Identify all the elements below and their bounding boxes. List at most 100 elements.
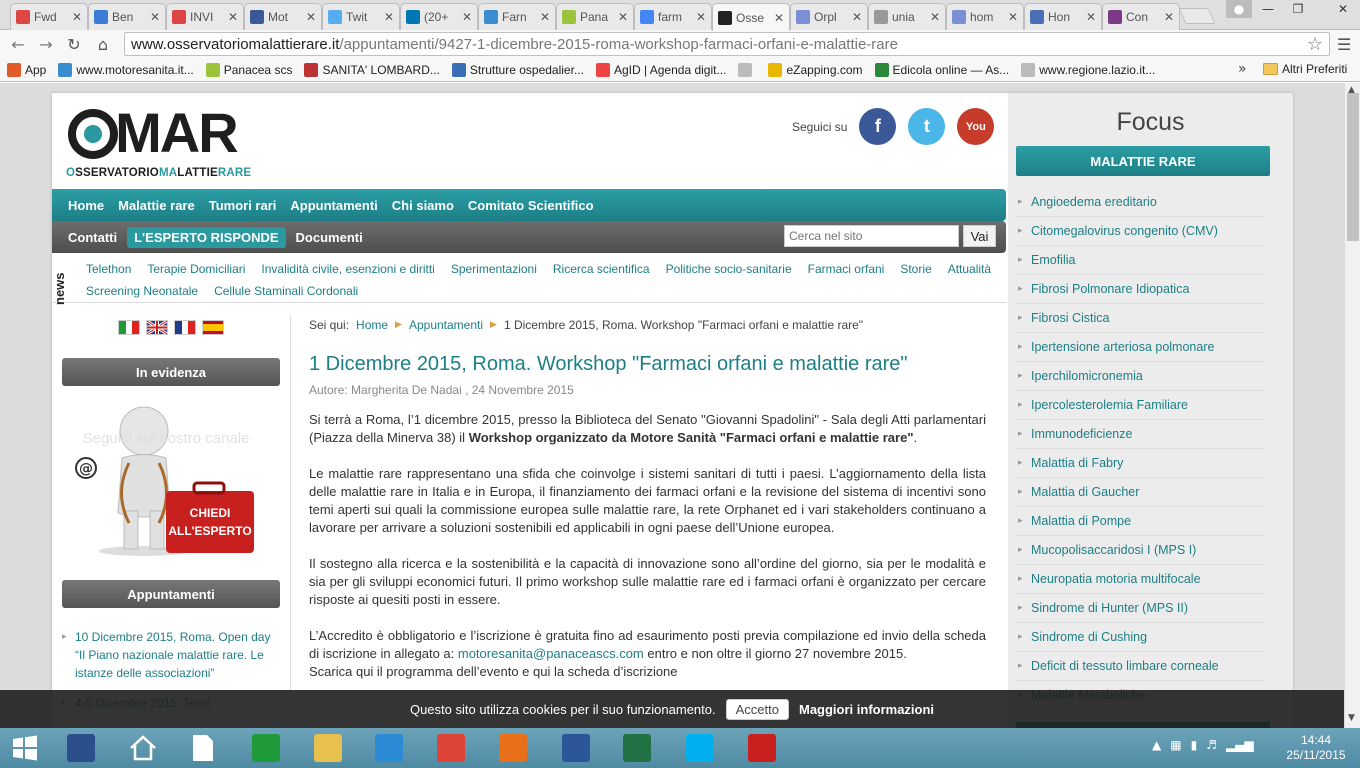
breadcrumb-home[interactable]: Home bbox=[356, 318, 388, 332]
scroll-thumb[interactable] bbox=[1347, 93, 1359, 241]
close-tab-icon[interactable]: ✕ bbox=[1164, 10, 1174, 24]
taskbar-skype[interactable] bbox=[677, 731, 723, 765]
news-link[interactable]: Politiche socio-sanitarie bbox=[666, 261, 792, 277]
bookmark-item[interactable]: Strutture ospedalier... bbox=[451, 62, 584, 77]
close-tab-icon[interactable]: ✕ bbox=[384, 10, 394, 24]
taskbar-lenovo[interactable] bbox=[58, 731, 104, 765]
focus-item[interactable]: Malattia di Fabry bbox=[1016, 449, 1266, 478]
minimize-icon[interactable]: — bbox=[1254, 0, 1282, 18]
bookmark-item[interactable]: eZapping.com bbox=[768, 62, 863, 77]
nav-item[interactable]: Comitato Scientifico bbox=[468, 198, 594, 213]
taskbar-home[interactable] bbox=[120, 731, 166, 765]
network-signal-icon[interactable]: ▂▄▆ bbox=[1226, 738, 1254, 752]
nav-item[interactable]: Home bbox=[68, 198, 104, 213]
rare-diseases-button[interactable]: MALATTIE RARE bbox=[1016, 146, 1270, 176]
focus-item[interactable]: Deficit di tessuto limbare corneale bbox=[1016, 652, 1266, 681]
taskbar-ie[interactable] bbox=[366, 731, 412, 765]
email-link[interactable]: motoresanita@panaceascs.com bbox=[458, 646, 644, 661]
appointment-item[interactable]: 10 Dicembre 2015, Roma. Open day “Il Pia… bbox=[62, 628, 272, 682]
browser-tab[interactable]: Hon ✕ bbox=[1024, 3, 1102, 30]
news-link[interactable]: Screening Neonatale bbox=[86, 283, 198, 299]
taskbar-firefox[interactable] bbox=[490, 731, 536, 765]
subnav-item[interactable]: Documenti bbox=[296, 230, 363, 245]
focus-item[interactable]: Sindrome di Cushing bbox=[1016, 623, 1266, 652]
forward-icon[interactable]: → bbox=[36, 34, 56, 54]
taskbar-acrobat[interactable] bbox=[739, 731, 785, 765]
twitter-icon[interactable]: t bbox=[908, 108, 946, 145]
taskbar-clock[interactable]: 14:44 25/11/2015 bbox=[1286, 733, 1346, 763]
browser-tab[interactable]: unia ✕ bbox=[868, 3, 946, 30]
browser-tab[interactable]: Con ✕ bbox=[1102, 3, 1180, 30]
page-scrollbar[interactable]: ▲ ▼ bbox=[1344, 83, 1360, 728]
tray-arrow-icon[interactable]: ▲ bbox=[1152, 738, 1161, 752]
ask-expert-banner[interactable]: @ CHIEDI ALL'ESPERTO Seguici sul nostro … bbox=[74, 403, 274, 558]
news-link[interactable]: Farmaci orfani bbox=[808, 261, 885, 277]
bookmark-item[interactable]: Panacea scs bbox=[205, 62, 292, 77]
news-link[interactable]: Invalidità civile, esenzioni e diritti bbox=[261, 261, 434, 277]
browser-tab[interactable]: farm ✕ bbox=[634, 3, 712, 30]
browser-tab[interactable]: Mot ✕ bbox=[244, 3, 322, 30]
taskbar-file[interactable] bbox=[180, 731, 226, 765]
focus-item[interactable]: Immunodeficienze bbox=[1016, 420, 1266, 449]
bookmarks-overflow-icon[interactable]: » bbox=[1238, 61, 1247, 77]
focus-item[interactable]: Sindrome di Hunter (MPS II) bbox=[1016, 594, 1266, 623]
close-tab-icon[interactable]: ✕ bbox=[228, 10, 238, 24]
reload-icon[interactable]: ↻ bbox=[64, 34, 84, 54]
nav-item[interactable]: Malattie rare bbox=[118, 198, 195, 213]
bookmark-item[interactable]: Edicola online — As... bbox=[874, 62, 1009, 77]
tray-windows-icon[interactable]: ▦ bbox=[1170, 738, 1181, 752]
cookie-accept-button[interactable]: Accetto bbox=[725, 698, 789, 720]
close-tab-icon[interactable]: ✕ bbox=[930, 10, 940, 24]
focus-item[interactable]: Neuropatia motoria multifocale bbox=[1016, 565, 1266, 594]
focus-item[interactable]: Emofilia bbox=[1016, 246, 1266, 275]
browser-tab[interactable]: Fwd ✕ bbox=[10, 3, 88, 30]
volume-icon[interactable]: ♬ bbox=[1206, 738, 1217, 752]
cookie-more-info-link[interactable]: Maggiori informazioni bbox=[799, 702, 934, 717]
close-tab-icon[interactable]: ✕ bbox=[696, 10, 706, 24]
chrome-menu-icon[interactable]: ☰ bbox=[1337, 35, 1351, 54]
browser-tab[interactable]: hom ✕ bbox=[946, 3, 1024, 30]
news-link[interactable]: Telethon bbox=[86, 261, 131, 277]
taskbar-chrome[interactable] bbox=[428, 731, 474, 765]
news-link[interactable]: Cellule Staminali Cordonali bbox=[214, 283, 358, 299]
close-tab-icon[interactable]: ✕ bbox=[774, 11, 784, 25]
close-tab-icon[interactable]: ✕ bbox=[150, 10, 160, 24]
subnav-item[interactable]: Contatti bbox=[68, 230, 117, 245]
news-link[interactable]: Ricerca scientifica bbox=[553, 261, 650, 277]
home-icon[interactable]: ⌂ bbox=[93, 34, 113, 54]
user-profile-icon[interactable]: ● bbox=[1226, 0, 1252, 18]
focus-item[interactable]: Fibrosi Cistica bbox=[1016, 304, 1266, 333]
flag-english-icon[interactable] bbox=[146, 320, 168, 335]
focus-item[interactable]: Ipercolesterolemia Familiare bbox=[1016, 391, 1266, 420]
bookmark-item[interactable]: App bbox=[7, 62, 46, 77]
bookmark-item[interactable]: www.regione.lazio.it... bbox=[1021, 62, 1155, 77]
focus-item[interactable]: Mucopolisaccaridosi I (MPS I) bbox=[1016, 536, 1266, 565]
nav-item[interactable]: Tumori rari bbox=[209, 198, 277, 213]
bookmark-item[interactable]: www.motoresanita.it... bbox=[58, 62, 194, 77]
bookmark-item[interactable]: AgID | Agenda digit... bbox=[595, 62, 726, 77]
close-tab-icon[interactable]: ✕ bbox=[618, 10, 628, 24]
close-tab-icon[interactable]: ✕ bbox=[852, 10, 862, 24]
news-link[interactable]: Terapie Domiciliari bbox=[147, 261, 245, 277]
focus-item[interactable]: Citomegalovirus congenito (CMV) bbox=[1016, 217, 1266, 246]
close-tab-icon[interactable]: ✕ bbox=[1086, 10, 1096, 24]
flag-spanish-icon[interactable] bbox=[202, 320, 224, 335]
subnav-item[interactable]: L'ESPERTO RISPONDE bbox=[127, 226, 286, 248]
browser-tab[interactable]: Farn ✕ bbox=[478, 3, 556, 30]
close-tab-icon[interactable]: ✕ bbox=[306, 10, 316, 24]
bookmark-item[interactable]: SANITA' LOMBARD... bbox=[304, 62, 440, 77]
youtube-icon[interactable]: You bbox=[957, 108, 995, 145]
news-link[interactable]: Attualità bbox=[948, 261, 991, 277]
browser-tab[interactable]: Ben ✕ bbox=[88, 3, 166, 30]
focus-item[interactable]: Malattia di Gaucher bbox=[1016, 478, 1266, 507]
scroll-down-icon[interactable]: ▼ bbox=[1348, 713, 1355, 723]
focus-item[interactable]: Iperchilomicronemia bbox=[1016, 362, 1266, 391]
new-tab-button[interactable] bbox=[1178, 8, 1216, 24]
close-window-icon[interactable]: ✕ bbox=[1326, 0, 1360, 18]
nav-item[interactable]: Appuntamenti bbox=[290, 198, 377, 213]
taskbar-word[interactable] bbox=[553, 731, 599, 765]
focus-item[interactable]: Angioedema ereditario bbox=[1016, 188, 1266, 217]
site-search-input[interactable] bbox=[784, 225, 959, 247]
news-link[interactable]: Sperimentazioni bbox=[451, 261, 537, 277]
bookmark-item[interactable] bbox=[738, 62, 756, 77]
